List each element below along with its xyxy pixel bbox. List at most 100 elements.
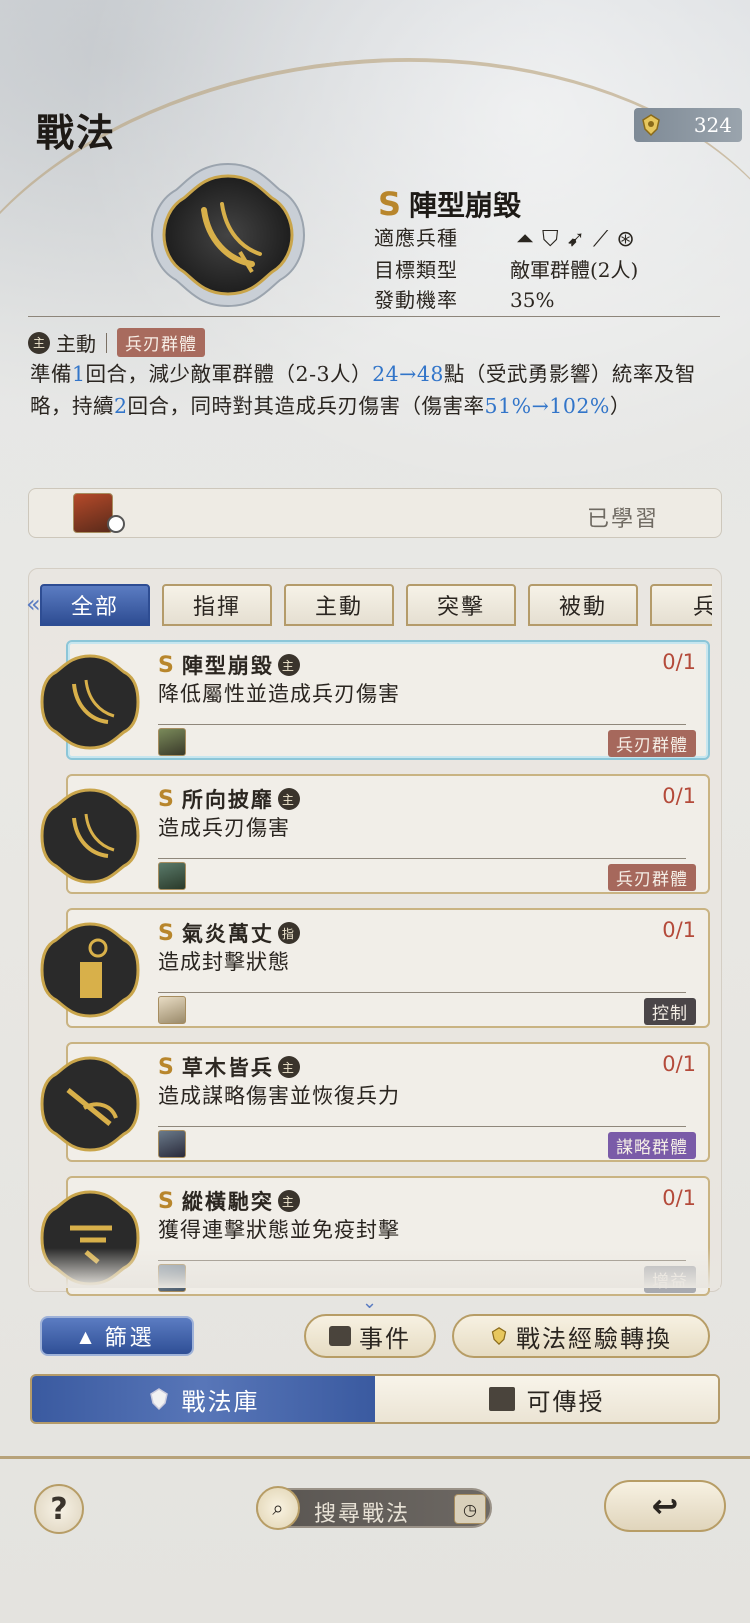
damage-type-tag: 兵刃群體 (117, 328, 205, 357)
active-badge-icon: 主 (277, 654, 300, 676)
attr-trigger-rate: 發動機率 35% (374, 284, 554, 313)
skill-name: 陣型崩毀 (409, 189, 522, 222)
attr-value: 35% (510, 288, 555, 312)
troop-icons: ⏶ ⛉ ➹ ⟋ ⊛ (516, 227, 634, 252)
help-button[interactable]: ? (34, 1484, 84, 1534)
skill-card-title: S 所向披靡主 (158, 784, 300, 814)
tab-all[interactable]: 全部 (40, 584, 150, 626)
skill-card-count: 0/1 (662, 1186, 696, 1210)
exchange-label: 戰法經驗轉換 (516, 1324, 672, 1353)
skill-card-count: 0/1 (662, 650, 696, 674)
active-badge-icon: 主 (277, 1190, 300, 1212)
filter-label: 篩選 (104, 1326, 155, 1351)
exchange-exp-button[interactable]: 戰法經驗轉換 (452, 1314, 710, 1358)
skill-rank: S (378, 185, 402, 223)
skill-card-desc: 降低屬性並造成兵刃傷害 (158, 682, 400, 706)
attr-key: 發動機率 (374, 288, 458, 312)
search-icon[interactable]: ⌕ (256, 1486, 300, 1530)
skill-title: S 陣型崩毀 (378, 184, 521, 224)
skill-card-title: S 草木皆兵主 (158, 1052, 300, 1082)
skill-card[interactable]: S 氣炎萬丈指 造成封擊狀態 0/1 控制 (40, 908, 710, 1028)
active-badge-icon: 主 (28, 331, 50, 354)
strategy-skill-icon (40, 1056, 140, 1152)
skill-card-desc: 造成封擊狀態 (158, 950, 290, 974)
learned-status: 已學習 (586, 507, 659, 532)
blade-skill-icon (40, 654, 140, 750)
spear-icon: ⟋ (592, 227, 609, 252)
search-bar[interactable]: ⌕ 搜尋戰法 ◷ (256, 1486, 492, 1530)
general-avatar (158, 862, 186, 890)
tab-skill-library[interactable]: 戰法庫 (32, 1376, 375, 1422)
skill-card-desc: 造成兵刃傷害 (158, 816, 290, 840)
command-badge-icon: 指 (277, 922, 300, 944)
attr-key: 適應兵種 (374, 226, 458, 250)
skill-card-title: S 陣型崩毀主 (158, 650, 300, 680)
skill-description: 準備1回合，減少敵軍群體（2-3人）24→48點（受武勇影響）統率及智略，持續2… (30, 362, 696, 418)
filter-button[interactable]: ▲ 篩選 (40, 1316, 194, 1356)
skill-card[interactable]: S 陣型崩毀主 降低屬性並造成兵刃傷害 0/1 兵刃群體 (40, 640, 710, 760)
event-button[interactable]: 事件 (304, 1314, 436, 1358)
blade-skill-icon (40, 788, 140, 884)
search-input[interactable]: 搜尋戰法 (314, 1496, 410, 1528)
attr-troop-type: 適應兵種 ⏶ ⛉ ➹ ⟋ ⊛ (374, 222, 635, 252)
general-avatar (158, 728, 186, 756)
attr-value: 敵軍群體(2人) (510, 258, 639, 282)
event-icon (329, 1326, 351, 1346)
currency-value: 324 (693, 113, 732, 137)
divider (158, 724, 686, 725)
divider (158, 992, 686, 993)
attr-key: 目標類型 (374, 258, 458, 282)
back-button[interactable]: ↩ (604, 1480, 726, 1532)
skill-emblem-icon (150, 162, 306, 308)
tab-passive[interactable]: 被動 (528, 584, 638, 626)
skill-card-count: 0/1 (662, 1052, 696, 1076)
control-type-tag: 控制 (644, 998, 696, 1025)
general-avatar (158, 1130, 186, 1158)
divider (0, 1456, 750, 1459)
tab-assault[interactable]: 突擊 (406, 584, 516, 626)
attr-target-type: 目標類型 敵軍群體(2人) (374, 254, 638, 283)
divider (28, 316, 720, 317)
skill-card-title: S 縱橫馳突主 (158, 1186, 300, 1216)
shield-icon: ⛉ (541, 227, 559, 252)
cavalry-icon: ⏶ (516, 227, 534, 252)
skill-card-desc: 造成謀略傷害並恢復兵力 (158, 1084, 400, 1108)
magnifier-icon[interactable] (107, 515, 125, 533)
skill-card-desc: 獲得連擊狀態並免疫封擊 (158, 1218, 400, 1242)
skill-card[interactable]: S 所向披靡主 造成兵刃傷害 0/1 兵刃群體 (40, 774, 710, 894)
event-label: 事件 (359, 1324, 411, 1353)
tab-teachable[interactable]: 可傳授 (375, 1376, 718, 1422)
clock-icon[interactable]: ◷ (454, 1494, 486, 1524)
general-avatar (158, 996, 186, 1024)
token-icon (149, 1388, 168, 1411)
skill-type-row: 主 主動 兵刃群體 (28, 328, 205, 357)
skill-card-count: 0/1 (662, 918, 696, 942)
wheel-icon: ⊛ (616, 227, 635, 252)
active-badge-icon: 主 (277, 788, 300, 810)
learned-bar: 已學習 (28, 488, 722, 538)
tab-active[interactable]: 主動 (284, 584, 394, 626)
divider (158, 1126, 686, 1127)
currency-badge[interactable]: 324 (634, 108, 742, 142)
list-fade (30, 1248, 720, 1288)
chevron-down-icon[interactable]: ⌄ (362, 1292, 377, 1313)
skill-card-title: S 氣炎萬丈指 (158, 918, 300, 948)
bow-icon: ➹ (566, 227, 585, 252)
chevron-left-icon[interactable]: « (26, 590, 41, 618)
triangle-up-icon: ▲ (79, 1326, 95, 1346)
page-title: 戰法 (36, 110, 117, 155)
damage-type-tag: 兵刃群體 (608, 730, 696, 757)
category-tabs: 全部 指揮 主動 突擊 被動 兵 (40, 584, 712, 628)
divider (106, 332, 107, 353)
warrior-skill-icon (40, 922, 140, 1018)
tab-troop[interactable]: 兵 (650, 584, 712, 626)
active-badge-icon: 主 (277, 1056, 300, 1078)
strategy-type-tag: 謀略群體 (608, 1132, 696, 1159)
skill-card[interactable]: S 草木皆兵主 造成謀略傷害並恢復兵力 0/1 謀略群體 (40, 1042, 710, 1162)
skill-type-label: 主動 (56, 332, 96, 356)
book-icon (488, 1387, 515, 1411)
tab-command[interactable]: 指揮 (162, 584, 272, 626)
token-icon (642, 114, 660, 137)
token-icon (491, 1327, 507, 1346)
damage-type-tag: 兵刃群體 (608, 864, 696, 891)
